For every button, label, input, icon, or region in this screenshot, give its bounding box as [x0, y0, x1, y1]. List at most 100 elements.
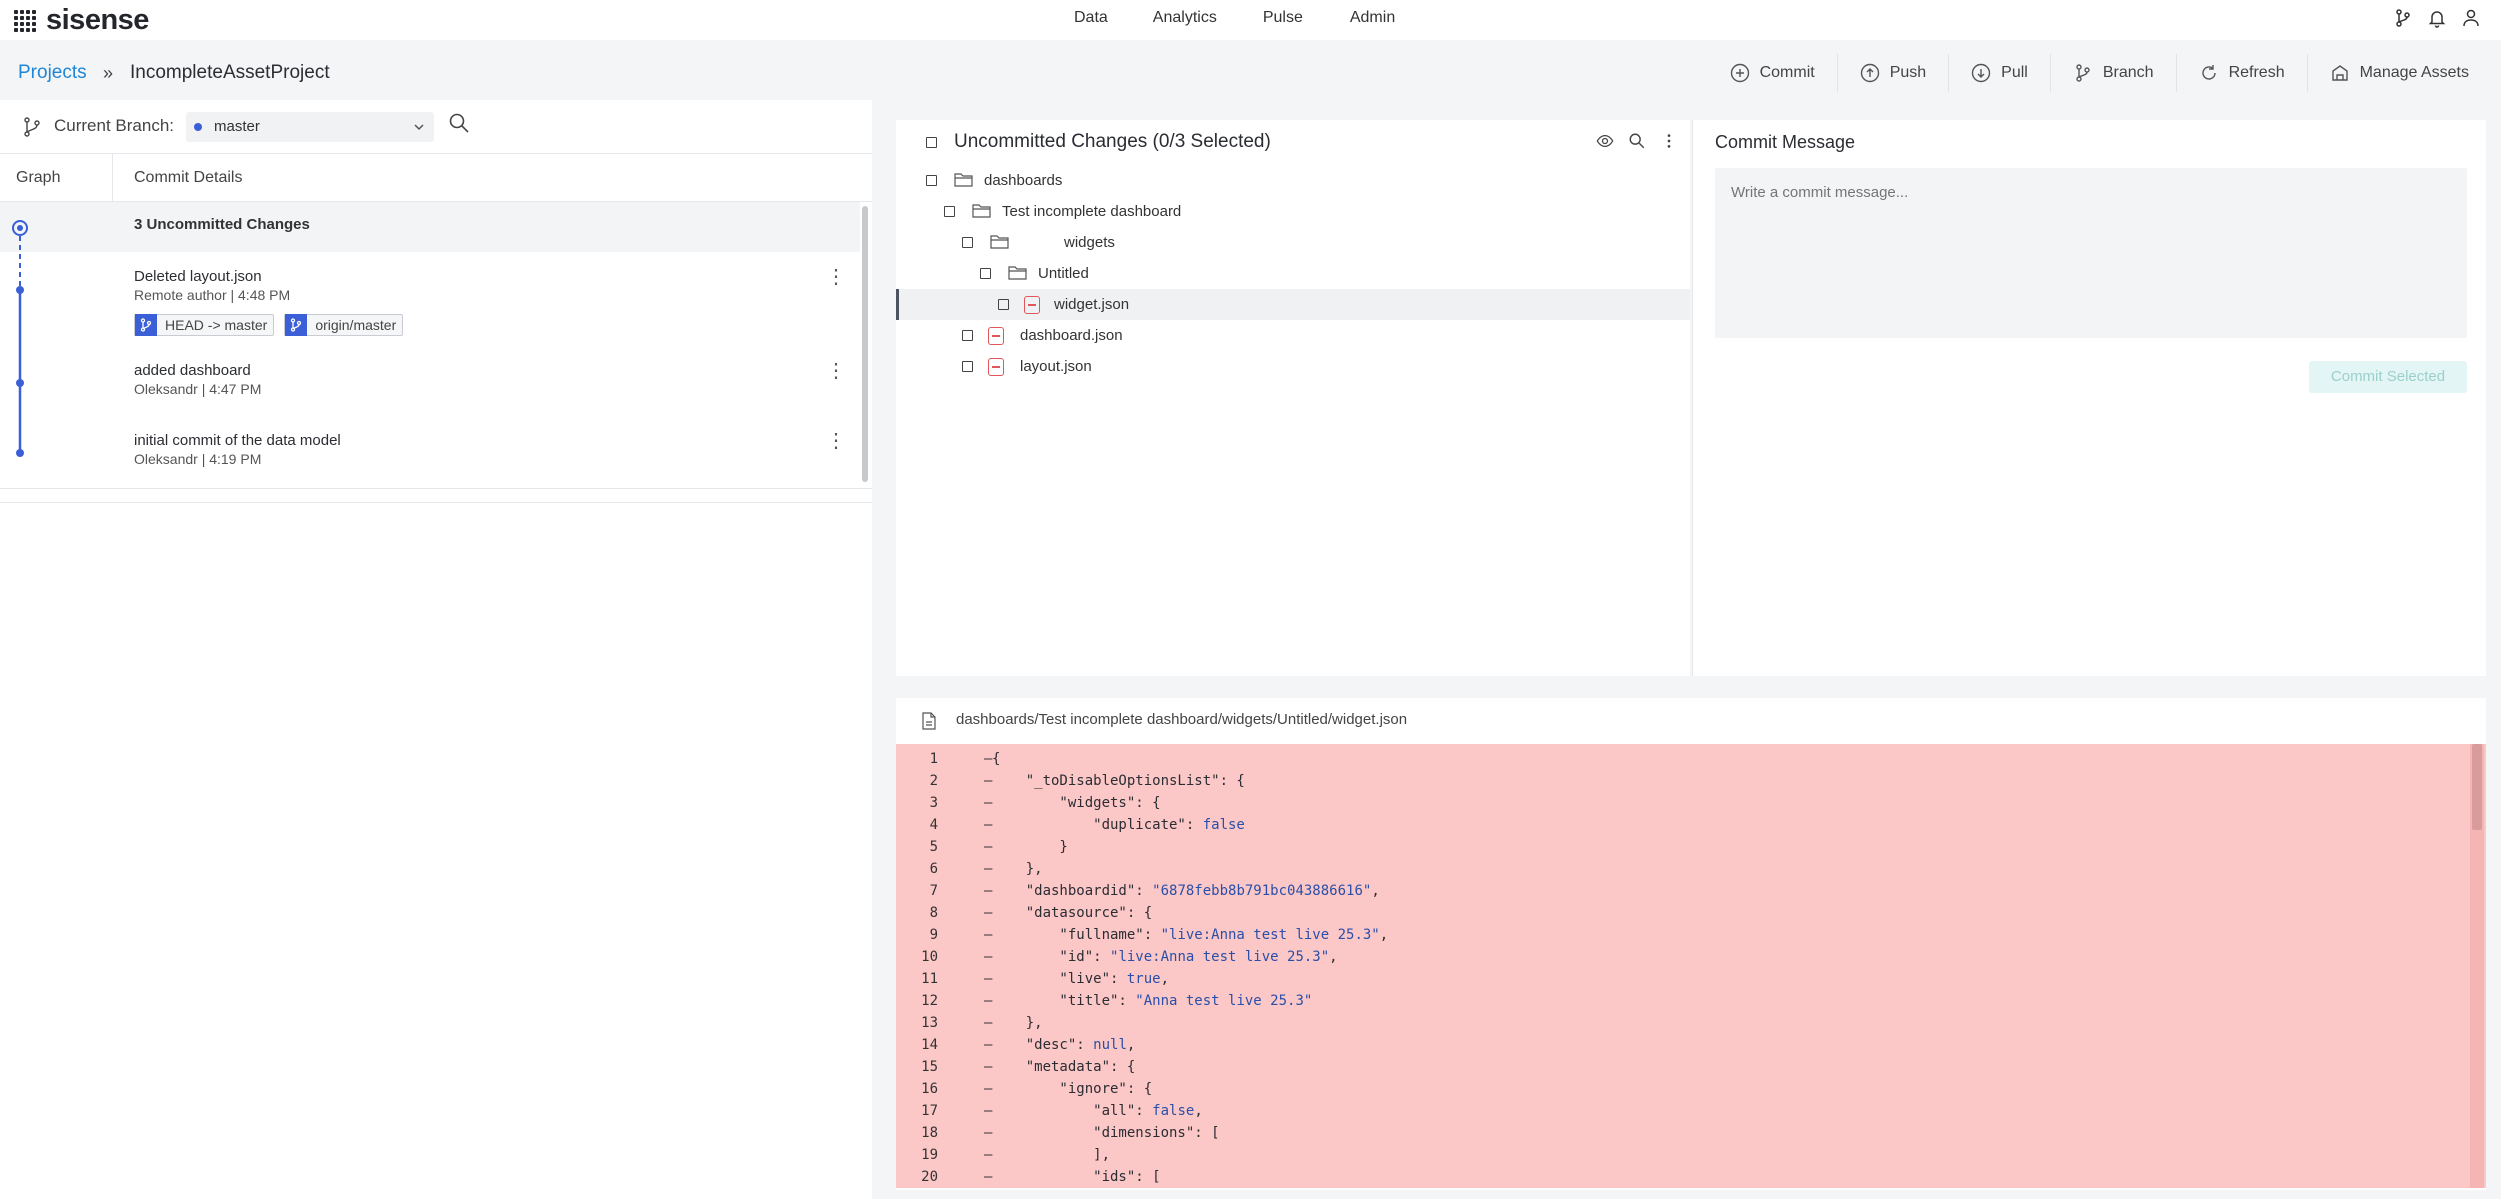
tag-label: HEAD -> master — [165, 317, 268, 333]
tree-item-folder[interactable]: widgets — [896, 227, 1690, 258]
code-line: 5— } — [896, 836, 2486, 858]
tree-item-checkbox[interactable] — [962, 330, 973, 341]
line-number: 3 — [929, 795, 938, 811]
tree-item-folder[interactable]: Test incomplete dashboard — [896, 196, 1690, 227]
code-text: "live": true, — [992, 971, 1170, 987]
commit-columns-header: Graph Commit Details — [0, 154, 872, 202]
nav-item-data[interactable]: Data — [1074, 9, 1108, 27]
line-number: 10 — [921, 949, 938, 965]
uncommitted-changes-heading: Uncommitted Changes (0/3 Selected) — [954, 131, 1271, 152]
code-text: ], — [992, 1147, 1111, 1163]
refresh-button[interactable]: Refresh — [2175, 54, 2307, 92]
deleted-file-icon — [1024, 296, 1040, 314]
code-text: "widgets": { — [992, 795, 1161, 811]
git-actions-toolbar: Commit Push Pull Branch Refresh Manage A… — [1708, 54, 2491, 92]
breadcrumb-bar: Projects » IncompleteAssetProject Commit… — [0, 54, 2501, 92]
breadcrumb-projects-link[interactable]: Projects — [18, 62, 87, 84]
commit-message-input[interactable] — [1715, 168, 2467, 338]
code-text: }, — [992, 861, 1043, 877]
tree-item-checkbox[interactable] — [962, 361, 973, 372]
commit-meta: Oleksandr | 4:47 PM — [134, 381, 262, 397]
commit-row[interactable]: Deleted layout.json Remote author | 4:48… — [0, 254, 860, 344]
code-line: 1—{ — [896, 748, 2486, 770]
branch-icon — [24, 117, 40, 137]
tree-item-file-selected[interactable]: widget.json — [896, 289, 1690, 320]
kebab-menu-icon[interactable]: ⋮ — [826, 264, 846, 289]
line-number: 20 — [921, 1169, 938, 1185]
code-text: "all": false, — [992, 1103, 1203, 1119]
current-branch-bar: Current Branch: master — [0, 100, 872, 154]
commit-row[interactable]: added dashboard Oleksandr | 4:47 PM ⋮ — [0, 352, 860, 422]
line-number: 5 — [929, 839, 938, 855]
commit-button[interactable]: Commit — [1708, 54, 1837, 92]
tree-item-file[interactable]: layout.json — [896, 351, 1690, 382]
bell-icon[interactable] — [2427, 8, 2447, 28]
code-text: "ignore": { — [992, 1081, 1153, 1097]
search-icon[interactable] — [448, 112, 470, 134]
tag-label: origin/master — [315, 317, 397, 333]
diff-scrollbar-thumb[interactable] — [2472, 744, 2482, 830]
line-number: 2 — [929, 773, 938, 789]
pull-button[interactable]: Pull — [1948, 54, 2050, 92]
code-line: 17— "all": false, — [896, 1100, 2486, 1122]
push-button[interactable]: Push — [1836, 54, 1948, 92]
tree-item-checkbox[interactable] — [980, 268, 991, 279]
refresh-icon — [2201, 65, 2216, 80]
line-number: 12 — [921, 993, 938, 1009]
commit-title: Deleted layout.json — [134, 268, 262, 285]
tree-item-checkbox[interactable] — [944, 206, 955, 217]
search-icon[interactable] — [1628, 132, 1646, 150]
git-branch-icon[interactable] — [2393, 8, 2413, 28]
code-line: 13— }, — [896, 1012, 2486, 1034]
kebab-menu-icon[interactable]: ⋮ — [826, 358, 846, 383]
user-icon[interactable] — [2461, 8, 2481, 28]
diff-file-path: dashboards/Test incomplete dashboard/wid… — [956, 711, 1408, 728]
commit-tags: HEAD -> master origin/master — [134, 314, 404, 336]
kebab-menu-icon[interactable] — [1660, 132, 1678, 150]
code-line: 14— "desc": null, — [896, 1034, 2486, 1056]
branch-icon — [2076, 64, 2090, 82]
code-text: } — [992, 839, 1068, 855]
commit-row[interactable]: initial commit of the data model Oleksan… — [0, 422, 860, 492]
branch-tag-icon — [135, 314, 157, 336]
tree-item-checkbox[interactable] — [998, 299, 1009, 310]
push-button-label: Push — [1889, 64, 1927, 81]
nav-item-pulse[interactable]: Pulse — [1263, 9, 1303, 27]
tree-item-folder[interactable]: Untitled — [896, 258, 1690, 289]
folder-open-icon — [1008, 266, 1027, 280]
folder-open-icon — [972, 204, 991, 218]
tag-head-master: HEAD -> master — [134, 314, 275, 336]
tree-item-checkbox[interactable] — [926, 175, 937, 186]
code-text: "dimensions": [ — [992, 1125, 1220, 1141]
branch-select[interactable]: master — [186, 112, 434, 142]
kebab-menu-icon[interactable]: ⋮ — [826, 428, 846, 453]
graph-node-commit — [16, 286, 24, 294]
code-text: { — [992, 751, 1001, 767]
file-diff-panel: dashboards/Test incomplete dashboard/wid… — [896, 698, 2486, 1190]
line-number: 6 — [929, 861, 938, 877]
code-line: 12— "title": "Anna test live 25.3" — [896, 990, 2486, 1012]
sisense-logo[interactable]: sisense — [14, 4, 149, 37]
branch-button[interactable]: Branch — [2049, 54, 2176, 92]
arrow-down-circle-icon — [1971, 63, 1991, 83]
tree-item-checkbox[interactable] — [962, 237, 973, 248]
line-number: 15 — [921, 1059, 938, 1075]
code-text: "datasource": { — [992, 905, 1153, 921]
tree-item-folder[interactable]: dashboards — [896, 165, 1690, 196]
line-number: 1 — [929, 751, 938, 767]
column-divider — [112, 154, 113, 202]
commit-list-scrollbar[interactable] — [862, 206, 868, 482]
tree-item-file[interactable]: dashboard.json — [896, 320, 1690, 351]
code-line: 10— "id": "live:Anna test live 25.3", — [896, 946, 2486, 968]
line-number: 11 — [921, 971, 938, 987]
nav-item-analytics[interactable]: Analytics — [1153, 9, 1217, 27]
commit-title: initial commit of the data model — [134, 432, 341, 449]
nav-item-admin[interactable]: Admin — [1350, 9, 1395, 27]
deleted-file-icon — [988, 327, 1004, 345]
select-all-checkbox[interactable] — [926, 137, 937, 148]
uncommitted-changes-row[interactable]: 3 Uncommitted Changes — [0, 202, 860, 252]
commit-selected-button[interactable]: Commit Selected — [2309, 361, 2467, 393]
manage-assets-button[interactable]: Manage Assets — [2306, 54, 2491, 92]
eye-icon[interactable] — [1596, 132, 1614, 150]
tree-item-label: widgets — [1064, 234, 1115, 251]
